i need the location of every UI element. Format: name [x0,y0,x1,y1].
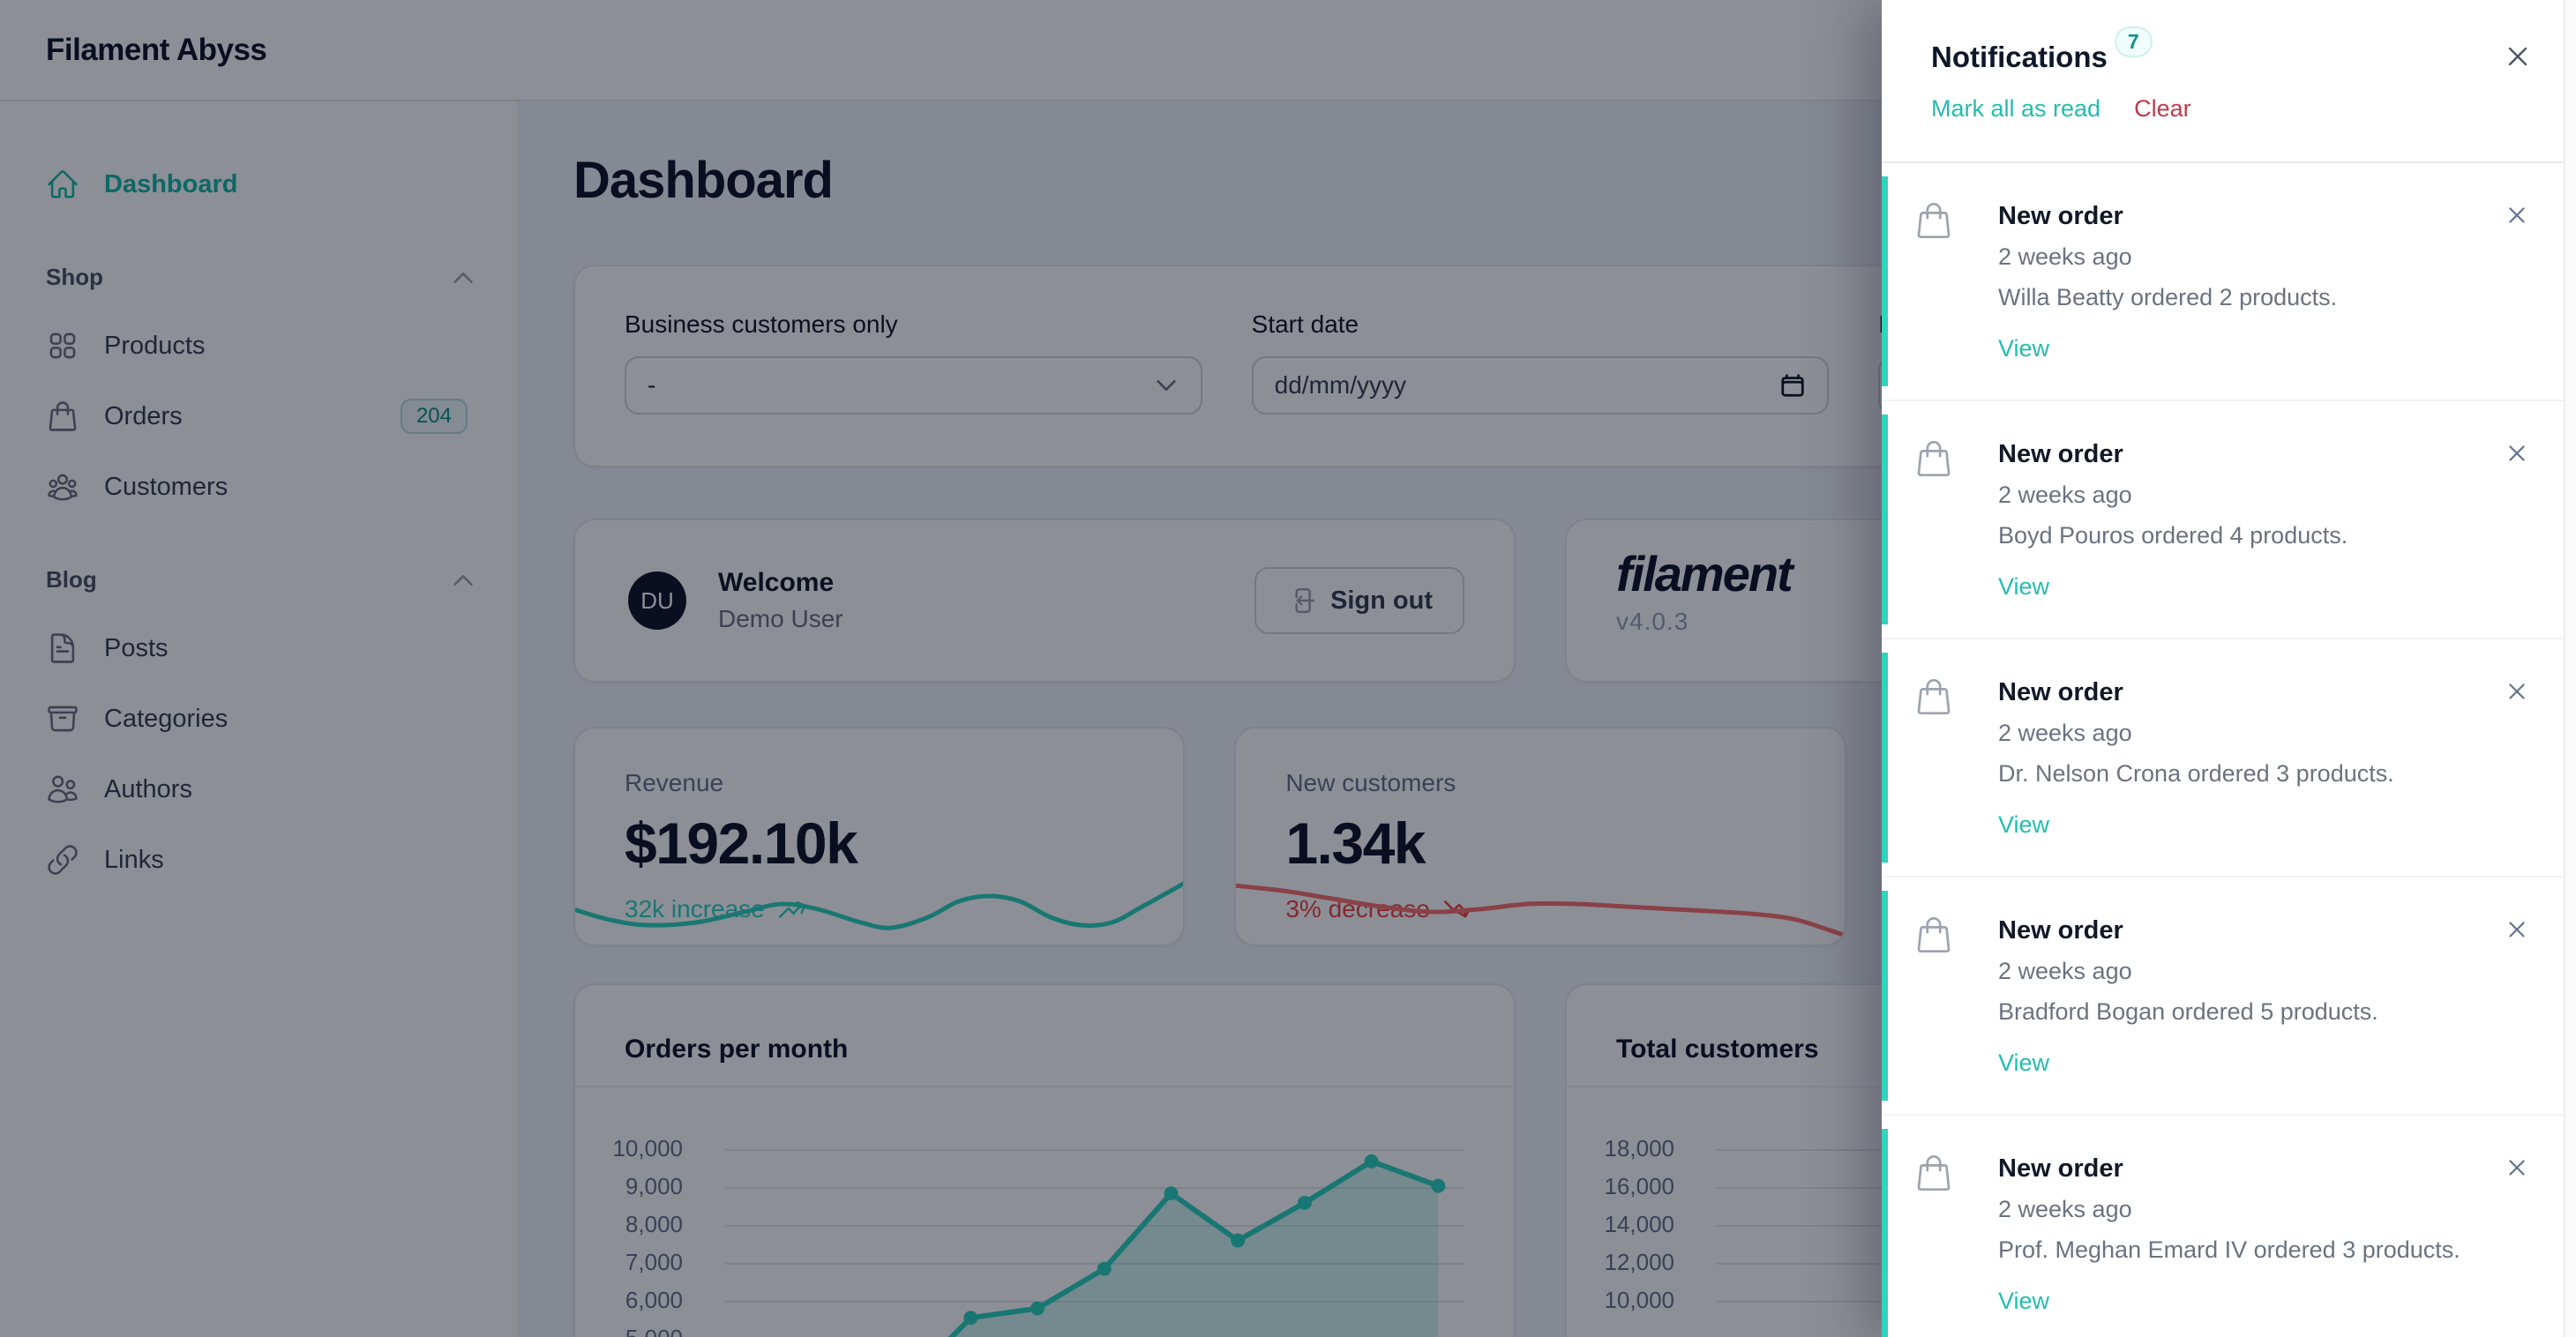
notification-item[interactable]: New order 2 weeks ago Willa Beatty order… [1882,163,2576,400]
notification-item[interactable]: New order 2 weeks ago Boyd Pouros ordere… [1882,400,2576,638]
notification-item[interactable]: New order 2 weeks ago Dr. Nelson Crona o… [1882,638,2576,876]
close-notification-icon[interactable] [2504,440,2530,467]
notifications-list: New order 2 weeks ago Willa Beatty order… [1882,163,2576,1337]
shopping-bag-icon [1913,676,1954,717]
shopping-bag-icon [1913,1153,1954,1193]
view-link[interactable]: View [1998,572,2049,601]
notification-time: 2 weeks ago [1998,719,2470,747]
notifications-title: Notifications [1931,41,2108,74]
notification-body: Willa Beatty ordered 2 products. [1998,283,2470,311]
close-notification-icon[interactable] [2504,678,2530,705]
scrollbar[interactable] [2564,0,2576,1337]
notification-body: Dr. Nelson Crona ordered 3 products. [1998,759,2470,788]
notifications-header: Notifications 7 Mark all as read Clear [1882,0,2576,163]
mark-all-as-read-button[interactable]: Mark all as read [1931,95,2100,123]
notification-time: 2 weeks ago [1998,243,2470,271]
notification-item[interactable]: New order 2 weeks ago Bradford Bogan ord… [1882,876,2576,1114]
notification-title: New order [1998,438,2470,470]
clear-button[interactable]: Clear [2134,95,2191,123]
notification-body: Bradford Bogan ordered 5 products. [1998,997,2470,1026]
notification-title: New order [1998,200,2470,232]
shopping-bag-icon [1913,200,1954,241]
notification-item[interactable]: New order 2 weeks ago Prof. Meghan Emard… [1882,1114,2576,1337]
notification-title: New order [1998,1153,2470,1184]
notification-body: Boyd Pouros ordered 4 products. [1998,521,2470,549]
view-link[interactable]: View [1998,1287,2049,1315]
notification-body: Prof. Meghan Emard IV ordered 3 products… [1998,1236,2470,1264]
shopping-bag-icon [1913,915,1954,955]
notification-time: 2 weeks ago [1998,481,2470,509]
view-link[interactable]: View [1998,1049,2049,1077]
notification-time: 2 weeks ago [1998,957,2470,985]
view-link[interactable]: View [1998,334,2049,362]
shopping-bag-icon [1913,438,1954,479]
notification-title: New order [1998,915,2470,946]
close-notification-icon[interactable] [2504,202,2530,228]
close-panel-icon[interactable] [2502,41,2534,72]
unread-count-badge: 7 [2115,26,2153,57]
notification-time: 2 weeks ago [1998,1195,2470,1223]
close-notification-icon[interactable] [2504,1154,2530,1181]
close-notification-icon[interactable] [2504,916,2530,943]
notification-title: New order [1998,676,2470,708]
notifications-panel: Notifications 7 Mark all as read Clear N… [1882,0,2576,1337]
view-link[interactable]: View [1998,810,2049,839]
